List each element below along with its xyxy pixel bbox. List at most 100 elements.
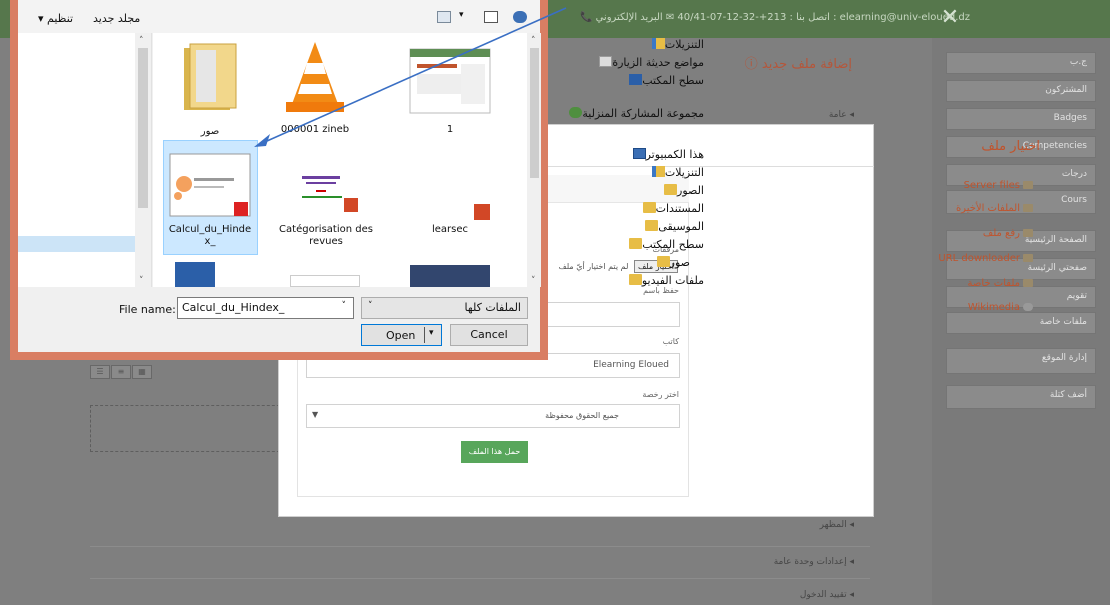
file-tile[interactable]: Catégorisation des revues [279, 148, 373, 256]
section-restrict-access[interactable]: ◂ تقييد الدخول [800, 590, 854, 600]
nav-item[interactable]: ملفات الفيديو [625, 274, 704, 290]
desktop-folder-icon [629, 238, 643, 249]
repo-recent-files[interactable]: الملفات الأخيرة [956, 203, 1036, 214]
repo-label: رفع ملف [982, 228, 1020, 239]
chevron-down-icon[interactable]: ˅ [342, 301, 347, 311]
homegroup-icon [569, 107, 583, 118]
scroll-down-icon[interactable]: ˅ [139, 276, 144, 286]
sidebar-item-participants[interactable]: المشتركون [946, 80, 1096, 102]
repo-wikimedia[interactable]: Wikimedia [968, 302, 1036, 313]
details-view-icon[interactable]: ≡ [111, 365, 131, 379]
file-name: Catégorisation des revues [279, 224, 373, 247]
music-folder-icon [645, 220, 659, 231]
nav-item-label: التنزيلات [664, 38, 704, 51]
repo-server-files[interactable]: Server files [964, 180, 1036, 191]
license-select[interactable]: جميع الحقوق محفوظة ▼ [306, 404, 680, 428]
nav-item[interactable]: الموسيقى [641, 220, 704, 236]
repo-url-downloader[interactable]: URL downloader [938, 253, 1036, 264]
image-thumbnail-icon[interactable] [410, 265, 490, 287]
repo-private-files[interactable]: ملفات خاصة [968, 278, 1036, 289]
nav-item-label: الصور [677, 184, 704, 197]
nav-item-label: التنزيلات [664, 166, 704, 179]
divider [90, 578, 870, 579]
nav-item[interactable]: هذا الكمبيوتر [629, 148, 704, 164]
folder-icon [184, 43, 237, 110]
view-options-icon[interactable] [437, 11, 451, 23]
nav-item-label: المستندات [655, 202, 704, 215]
nav-item-label: صور [669, 256, 690, 269]
license-label: اختر رخصة [642, 390, 679, 399]
divider [424, 327, 425, 343]
scroll-up-icon[interactable]: ˄ [139, 36, 144, 46]
document-thumbnail-icon[interactable] [290, 275, 360, 287]
author-label: كاتب [662, 337, 679, 346]
license-value: جميع الحقوق محفوظة [545, 411, 619, 420]
file-tile[interactable]: صور [163, 38, 257, 138]
section-common-module-settings[interactable]: ◂ إعدادات وحدة عامة [774, 557, 854, 567]
file-tile[interactable]: learsec [403, 148, 497, 256]
view-dropdown-icon[interactable]: ▾ [459, 10, 464, 20]
recent-icon [1023, 204, 1033, 212]
upload-file-button[interactable]: حمل هذا الملف [461, 441, 528, 463]
sidebar-item-nav-back[interactable]: ج.ب [946, 52, 1096, 74]
scroll-up-icon[interactable]: ˄ [531, 36, 536, 46]
downloads-folder-icon [651, 38, 665, 49]
file-name-label: File name: [119, 303, 176, 316]
editor-toolbar: ☰ ≡ ▦ [90, 364, 156, 379]
file-picker-title: اختيار ملف [981, 139, 1040, 154]
nav-item[interactable]: صور [653, 256, 690, 272]
file-tile[interactable]: 000001 zineb [268, 38, 362, 138]
nav-selection-highlight [18, 236, 144, 252]
word-file-icon[interactable] [175, 262, 215, 287]
nav-item-label: مجموعة المشاركة المنزلية [582, 107, 704, 120]
nav-scrollbar-thumb[interactable] [138, 48, 148, 208]
nav-item[interactable]: الصور [660, 184, 704, 200]
file-drop-zone[interactable] [90, 405, 290, 452]
nav-item-label: ملفات الفيديو [641, 274, 704, 287]
contact-info: 📞 اتصل بنا : 213+-32-12-07-40/41 ✉ البري… [579, 12, 970, 23]
sidebar-item-private-files[interactable]: ملفات خاصة [946, 312, 1096, 334]
divider [90, 546, 870, 547]
scroll-down-icon[interactable]: ˅ [531, 276, 536, 286]
repo-label: URL downloader [938, 253, 1020, 264]
pictures-folder-icon [664, 184, 678, 195]
file-tile-selected[interactable]: Calcul_du_Hinde x_ [163, 148, 257, 256]
file-type-select[interactable]: الملفات كلها ˅ [361, 297, 528, 319]
nav-item[interactable]: سطح المكتب [625, 74, 704, 90]
nav-item[interactable]: سطح المكتب [625, 238, 704, 254]
section-appearance[interactable]: ◂ المظهر [820, 520, 854, 530]
new-folder-button[interactable]: مجلد جديد [93, 12, 140, 25]
help-icon[interactable] [513, 11, 527, 23]
nav-item-label: هذا الكمبيوتر [645, 148, 704, 161]
preview-pane-icon[interactable] [484, 11, 498, 23]
sidebar-item-site-admin[interactable]: إدارة الموقع [946, 348, 1096, 374]
repo-upload-file[interactable]: رفع ملف [983, 228, 1036, 239]
videos-folder-icon [628, 274, 642, 285]
nav-item[interactable]: التنزيلات [648, 38, 704, 54]
organize-menu[interactable]: تنظيم ▾ [38, 12, 73, 25]
nav-item[interactable]: مجموعة المشاركة المنزلية [565, 107, 704, 123]
sidebar-item-add-block[interactable]: أضف كتلة [946, 385, 1096, 409]
vlc-icon [286, 42, 344, 112]
open-label: Open [386, 329, 416, 342]
file-name-input[interactable]: Calcul_du_Hindex_ ˅ [177, 297, 354, 319]
computer-icon [632, 148, 646, 159]
open-dropdown-icon[interactable]: ▾ [429, 328, 434, 338]
list-view-icon[interactable]: ☰ [90, 365, 110, 379]
desktop-icon [629, 74, 643, 85]
organize-label: تنظيم [47, 12, 74, 25]
sidebar-item-badges[interactable]: Badges [946, 108, 1096, 130]
file-name: صور [200, 126, 220, 137]
section-general[interactable]: ◂ عامة [829, 110, 854, 120]
file-name: Calcul_du_Hinde x_ [168, 224, 252, 247]
files-scrollbar-thumb[interactable] [530, 48, 539, 178]
chevron-down-icon: ˅ [368, 301, 373, 311]
cancel-button[interactable]: Cancel [450, 324, 528, 346]
nav-item-label: سطح المكتب [642, 238, 704, 251]
nav-item[interactable]: مواضع حديثة الزيارة [595, 56, 704, 72]
nav-item[interactable]: التنزيلات [648, 166, 704, 182]
file-tile[interactable]: 1 [403, 38, 497, 138]
open-button[interactable]: Open ▾ [361, 324, 442, 346]
grid-view-icon[interactable]: ▦ [132, 365, 152, 379]
nav-item[interactable]: المستندات [639, 202, 704, 218]
